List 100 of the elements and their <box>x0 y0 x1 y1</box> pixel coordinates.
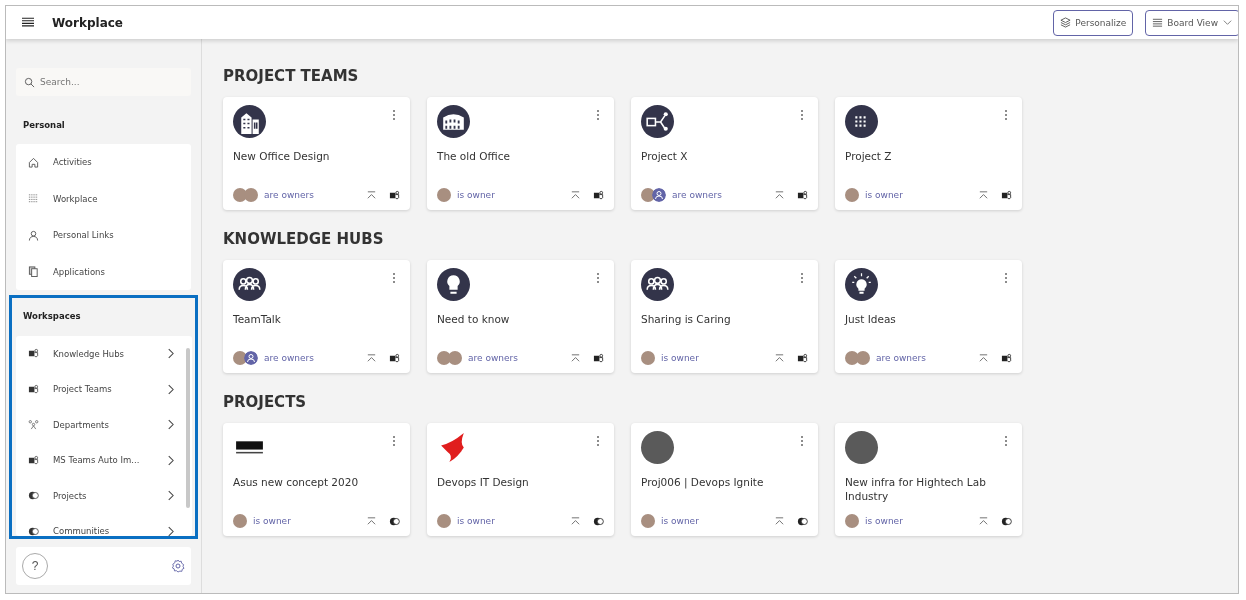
owner-link[interactable]: is owner <box>865 190 903 200</box>
section-title: PROJECT TEAMS <box>223 67 360 85</box>
more-options-icon[interactable] <box>800 435 804 447</box>
card-title: Project Z <box>845 149 893 164</box>
menu-item[interactable]: Projects <box>16 478 186 514</box>
owner-link[interactable]: is owner <box>253 516 291 526</box>
collapse-icon[interactable] <box>366 515 377 527</box>
more-options-icon[interactable] <box>596 272 600 284</box>
card-title: Project X <box>641 149 689 164</box>
menu-item[interactable]: Project Teams <box>16 371 186 407</box>
more-options-icon[interactable] <box>392 109 396 121</box>
workspace-card[interactable]: Project Z is owner <box>835 97 1022 210</box>
teams-icon[interactable] <box>797 352 808 364</box>
avatar <box>233 514 247 528</box>
workspace-card[interactable]: Project X are owners <box>631 97 818 210</box>
collapse-icon[interactable] <box>774 352 785 364</box>
collapse-icon[interactable] <box>570 189 581 201</box>
collapse-icon[interactable] <box>978 352 989 364</box>
menu-item[interactable]: MS Teams Auto Im... <box>16 442 186 478</box>
card-title: Just Ideas <box>845 312 897 327</box>
project-icon[interactable] <box>1001 515 1012 527</box>
workspace-card[interactable]: The old Office is owner <box>427 97 614 210</box>
menu-item[interactable]: Applications <box>16 253 191 290</box>
chevron-down-icon <box>1222 17 1233 28</box>
teams-icon[interactable] <box>389 189 400 201</box>
owner-link[interactable]: are owners <box>264 353 314 363</box>
more-options-icon[interactable] <box>596 109 600 121</box>
workspace-card[interactable]: Just Ideas are owners <box>835 260 1022 373</box>
teams-icon[interactable] <box>1001 189 1012 201</box>
collapse-icon[interactable] <box>570 515 581 527</box>
more-options-icon[interactable] <box>596 435 600 447</box>
workspace-card[interactable]: TeamTalk are owners <box>223 260 410 373</box>
card-title: TeamTalk <box>233 312 282 327</box>
avatar <box>641 351 655 365</box>
more-options-icon[interactable] <box>1004 272 1008 284</box>
menu-item[interactable]: Personal Links <box>16 217 191 254</box>
more-options-icon[interactable] <box>800 272 804 284</box>
owner-link[interactable]: is owner <box>661 353 699 363</box>
help-button[interactable]: ? <box>22 553 48 579</box>
workspace-card[interactable]: Asus new concept 2020 is owner <box>223 423 410 536</box>
avatar <box>233 188 247 202</box>
view-dropdown[interactable]: Board View <box>1145 9 1238 36</box>
owner-link[interactable]: is owner <box>457 516 495 526</box>
list-icon <box>28 193 39 205</box>
teams-icon <box>28 454 39 466</box>
collapse-icon[interactable] <box>774 515 785 527</box>
teams-icon[interactable] <box>593 352 604 364</box>
collapse-icon[interactable] <box>570 352 581 364</box>
menu-item[interactable]: Knowledge Hubs <box>16 336 186 372</box>
project-icon[interactable] <box>797 515 808 527</box>
card-title: The old Office <box>437 149 511 164</box>
chevron-right-icon <box>167 348 174 360</box>
menu-icon[interactable] <box>22 17 34 28</box>
teams-icon[interactable] <box>389 352 400 364</box>
collapse-icon[interactable] <box>978 515 989 527</box>
personalize-button[interactable]: Personalize <box>1053 9 1134 36</box>
teams-icon[interactable] <box>593 189 604 201</box>
collapse-icon[interactable] <box>366 189 377 201</box>
avatar <box>233 351 247 365</box>
workspace-card[interactable]: New infra for Hightech Lab Industry is owner <box>835 423 1022 536</box>
layers-icon <box>1060 17 1072 28</box>
workspace-card[interactable]: Proj006 | Devops Ignite is owner <box>631 423 818 536</box>
teams-icon[interactable] <box>797 189 808 201</box>
more-options-icon[interactable] <box>1004 109 1008 121</box>
more-options-icon[interactable] <box>1004 435 1008 447</box>
avatar <box>641 514 655 528</box>
avatar <box>437 514 451 528</box>
collapse-icon[interactable] <box>774 189 785 201</box>
workspace-card[interactable]: Devops IT Design is owner <box>427 423 614 536</box>
owner-link[interactable]: is owner <box>661 516 699 526</box>
section-heading: Workspaces <box>22 310 82 323</box>
owner-link[interactable]: are owners <box>468 353 518 363</box>
teams-icon[interactable] <box>1001 352 1012 364</box>
menu-item[interactable]: Activities <box>16 144 191 181</box>
settings-icon[interactable] <box>171 559 185 573</box>
project-icon[interactable] <box>593 515 604 527</box>
search-field[interactable]: Search... <box>16 68 191 96</box>
menu-item[interactable]: Communities <box>16 513 186 536</box>
search-input[interactable]: Search... <box>40 77 180 87</box>
documents-icon <box>28 266 39 278</box>
photo-placeholder <box>845 431 878 464</box>
owner-link[interactable]: are owners <box>876 353 926 363</box>
collapse-icon[interactable] <box>978 189 989 201</box>
workspace-card[interactable]: Sharing is Caring is owner <box>631 260 818 373</box>
chevron-right-icon <box>167 383 174 395</box>
collapse-icon[interactable] <box>366 352 377 364</box>
owner-link[interactable]: are owners <box>264 190 314 200</box>
menu-item[interactable]: Departments <box>16 407 186 443</box>
workspace-card[interactable]: New Office Design are owners <box>223 97 410 210</box>
avatar <box>244 188 258 202</box>
owner-link[interactable]: are owners <box>672 190 722 200</box>
workspace-card[interactable]: Need to know are owners <box>427 260 614 373</box>
card-title: New infra for Hightech Lab Industry <box>845 475 987 504</box>
owner-link[interactable]: is owner <box>865 516 903 526</box>
more-options-icon[interactable] <box>392 272 396 284</box>
more-options-icon[interactable] <box>392 435 396 447</box>
owner-link[interactable]: is owner <box>457 190 495 200</box>
project-icon[interactable] <box>389 515 400 527</box>
menu-item[interactable]: Workplace <box>16 180 191 217</box>
more-options-icon[interactable] <box>800 109 804 121</box>
